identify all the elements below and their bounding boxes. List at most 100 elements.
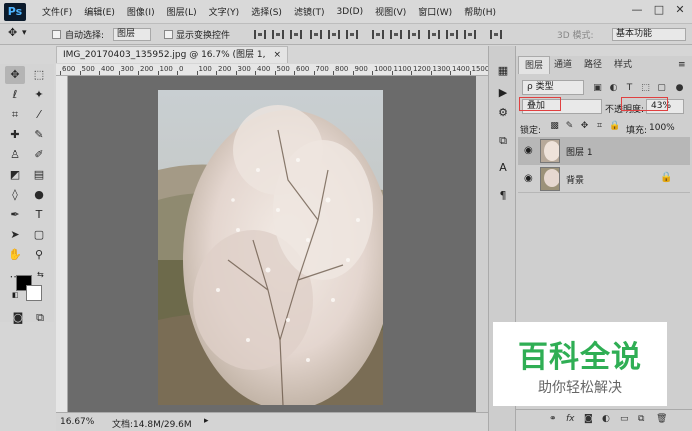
background-color-swatch[interactable]: [26, 285, 42, 301]
document-tab[interactable]: IMG_20170403_135952.jpg @ 16.7% (图层 1, R…: [56, 46, 288, 76]
new-layer-icon[interactable]: ⧉: [638, 414, 644, 424]
type-tool-icon[interactable]: T: [29, 206, 49, 224]
layer-name[interactable]: 图层 1: [566, 145, 593, 158]
quick-mask-icon[interactable]: ◙: [8, 309, 28, 327]
shape-tool-icon[interactable]: ▢: [29, 226, 49, 244]
crop-tool-icon[interactable]: ⌗: [5, 106, 25, 124]
properties-panel-icon[interactable]: ⚙: [496, 106, 510, 120]
document-image[interactable]: [158, 90, 383, 405]
clone-stamp-icon[interactable]: ♙: [5, 146, 25, 164]
zoom-tool-icon[interactable]: ⚲: [29, 246, 49, 264]
auto-select-dropdown[interactable]: 图层: [113, 28, 151, 41]
path-selection-icon[interactable]: ➤: [5, 226, 25, 244]
restore-button[interactable]: □: [650, 3, 668, 17]
align-bottom-icon[interactable]: [290, 30, 302, 39]
fx-icon[interactable]: fx: [566, 414, 575, 424]
filter-shape-icon[interactable]: ⬚: [640, 83, 651, 94]
eye-icon[interactable]: ◉: [524, 173, 533, 184]
history-brush-icon[interactable]: ✐: [29, 146, 49, 164]
history-panel-icon[interactable]: ▦: [496, 64, 510, 78]
filter-type-icon[interactable]: T: [624, 83, 635, 94]
panel-menu-icon[interactable]: ≡: [678, 60, 686, 70]
magic-wand-icon[interactable]: ✦: [29, 86, 49, 104]
zoom-level[interactable]: 16.67%: [60, 417, 94, 427]
filter-pixel-icon[interactable]: ▣: [592, 83, 603, 94]
menu-layer[interactable]: 图层(L): [161, 5, 203, 18]
distribute-top-icon[interactable]: [372, 30, 384, 39]
menu-type[interactable]: 文字(Y): [203, 5, 246, 18]
distribute-right-icon[interactable]: [464, 30, 476, 39]
swap-colors-icon[interactable]: ⇆: [37, 270, 44, 279]
filter-smart-icon[interactable]: ▢: [656, 83, 667, 94]
distribute-hcenter-icon[interactable]: [446, 30, 458, 39]
menu-image[interactable]: 图像(I): [121, 5, 161, 18]
eye-icon[interactable]: ◉: [524, 145, 533, 156]
character-panel-icon[interactable]: A: [496, 161, 510, 175]
hand-tool-icon[interactable]: ✋: [5, 246, 25, 264]
minimize-button[interactable]: —: [628, 3, 646, 17]
brush-tool-icon[interactable]: ✎: [29, 126, 49, 144]
align-hcenter-icon[interactable]: [328, 30, 340, 39]
align-left-icon[interactable]: [310, 30, 322, 39]
link-icon[interactable]: ⚭: [549, 414, 557, 424]
trash-icon[interactable]: 🗑: [656, 414, 667, 424]
menu-window[interactable]: 窗口(W): [412, 5, 458, 18]
chevron-down-icon[interactable]: ▾: [22, 28, 27, 38]
layer-filter-dropdown[interactable]: ρ 类型: [522, 80, 584, 95]
default-colors-icon[interactable]: ◧: [12, 291, 19, 299]
distribute-bottom-icon[interactable]: [408, 30, 420, 39]
align-top-icon[interactable]: [254, 30, 266, 39]
menu-filter[interactable]: 滤镜(T): [288, 5, 331, 18]
tab-channels[interactable]: 通道: [548, 56, 578, 74]
layer-row[interactable]: ◉ 图层 1: [518, 137, 690, 165]
lock-transparent-icon[interactable]: ▩: [549, 121, 560, 132]
lasso-tool-icon[interactable]: ℓ: [5, 86, 25, 104]
show-transform-checkbox[interactable]: [164, 30, 173, 39]
lock-all-icon[interactable]: 🔒: [609, 121, 620, 132]
auto-align-icon[interactable]: [490, 30, 502, 39]
pen-tool-icon[interactable]: ✒: [5, 206, 25, 224]
move-tool-icon[interactable]: ✥: [8, 26, 17, 39]
fill-field[interactable]: 100%: [649, 123, 675, 133]
dodge-tool-icon[interactable]: ●: [29, 186, 49, 204]
distribute-vcenter-icon[interactable]: [390, 30, 402, 39]
lock-artboard-icon[interactable]: ⌗: [594, 121, 605, 132]
auto-select-checkbox[interactable]: [52, 30, 61, 39]
layer-name[interactable]: 背景: [566, 173, 584, 186]
menu-view[interactable]: 视图(V): [369, 5, 412, 18]
tab-paths[interactable]: 路径: [578, 56, 608, 74]
menu-file[interactable]: 文件(F): [36, 5, 78, 18]
layer-row[interactable]: ◉ 背景 🔒: [518, 165, 690, 193]
marquee-tool-icon[interactable]: ⬚: [29, 66, 49, 84]
eraser-tool-icon[interactable]: ◩: [5, 166, 25, 184]
menu-help[interactable]: 帮助(H): [458, 5, 502, 18]
healing-brush-icon[interactable]: ✚: [5, 126, 25, 144]
chevron-right-icon[interactable]: ▸: [204, 416, 209, 426]
menu-edit[interactable]: 编辑(E): [78, 5, 121, 18]
eyedropper-icon[interactable]: ⁄: [29, 106, 49, 124]
screen-mode-icon[interactable]: ⧉: [30, 309, 50, 327]
adjustment-icon[interactable]: ◐: [602, 414, 610, 424]
lock-pixels-icon[interactable]: ✎: [564, 121, 575, 132]
close-button[interactable]: ✕: [671, 3, 689, 17]
menu-3d[interactable]: 3D(D): [330, 7, 369, 17]
clone-source-icon[interactable]: ⧉: [496, 134, 510, 148]
vertical-scrollbar[interactable]: [476, 76, 488, 412]
filter-toggle-icon[interactable]: ●: [674, 83, 685, 94]
filter-adjustment-icon[interactable]: ◐: [608, 83, 619, 94]
distribute-left-icon[interactable]: [428, 30, 440, 39]
paragraph-panel-icon[interactable]: ¶: [496, 189, 510, 203]
menu-select[interactable]: 选择(S): [245, 5, 288, 18]
align-vcenter-icon[interactable]: [272, 30, 284, 39]
mask-icon[interactable]: ◙: [584, 414, 593, 424]
blur-tool-icon[interactable]: ◊: [5, 186, 25, 204]
group-icon[interactable]: ▭: [620, 414, 629, 424]
tab-layers[interactable]: 图层: [518, 56, 551, 74]
tab-styles[interactable]: 样式: [608, 56, 638, 74]
gradient-tool-icon[interactable]: ▤: [29, 166, 49, 184]
align-right-icon[interactable]: [346, 30, 358, 39]
actions-play-icon[interactable]: ▶: [496, 86, 510, 100]
move-tool-icon[interactable]: ✥: [5, 66, 25, 84]
workspace-dropdown[interactable]: 基本功能: [612, 28, 686, 41]
close-icon[interactable]: ×: [273, 47, 281, 63]
